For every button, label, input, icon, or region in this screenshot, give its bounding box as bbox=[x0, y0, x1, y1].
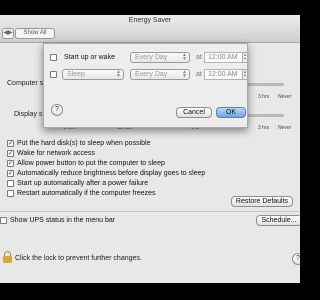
option-label: Restart automatically if the computer fr… bbox=[17, 190, 156, 197]
window-title: Energy Saver bbox=[128, 17, 172, 24]
option-show-ups[interactable]: Show UPS status in the menu bar bbox=[0, 216, 115, 225]
divider bbox=[0, 211, 300, 212]
option-power-button-sleep[interactable]: ✓ Allow power button to put the computer… bbox=[7, 159, 165, 168]
checkbox[interactable] bbox=[7, 180, 14, 187]
ups-label: Show UPS status in the menu bar bbox=[10, 217, 116, 224]
startup-label: Start up or wake bbox=[64, 54, 115, 61]
sleep-time-stepper[interactable]: ▲ ▼ bbox=[242, 69, 248, 80]
option-wake-network[interactable]: ✓ Wake for network access bbox=[7, 149, 95, 158]
checkbox[interactable]: ✓ bbox=[7, 150, 14, 157]
computer-tick-never: Never bbox=[278, 94, 292, 100]
option-label: Allow power button to put the computer t… bbox=[17, 160, 165, 167]
option-hard-disk-sleep[interactable]: ✓ Put the hard disk(s) to sleep when pos… bbox=[7, 139, 150, 148]
help-icon[interactable]: ? bbox=[51, 104, 63, 116]
energy-saver-window: Energy Saver ◀▶ Show All Computer s 3 hr… bbox=[0, 15, 300, 283]
display-sleep-label: Display s bbox=[14, 111, 43, 118]
schedule-sheet: Start up or wake Every Day ▲ ▼ at 12:00 A… bbox=[43, 43, 248, 128]
titlebar: Energy Saver ◀▶ Show All bbox=[0, 15, 300, 43]
option-startup-power-failure[interactable]: Start up automatically after a power fai… bbox=[7, 179, 148, 188]
display-tick-3hrs: 3 hrs bbox=[258, 125, 270, 131]
action-value: Sleep bbox=[67, 71, 85, 78]
at-label: at bbox=[196, 54, 202, 61]
option-label: Automatically reduce brightness before d… bbox=[17, 170, 206, 177]
computer-sleep-label: Computer s bbox=[7, 80, 44, 87]
schedule-row-startup: Start up or wake Every Day ▲ ▼ at 12:00 A… bbox=[44, 52, 249, 64]
checkbox[interactable] bbox=[7, 190, 14, 197]
startup-time-field[interactable]: 12:00 AM bbox=[204, 52, 244, 63]
check-icon: ✓ bbox=[7, 160, 14, 167]
startup-frequency-dropdown[interactable]: Every Day ▲ ▼ bbox=[130, 52, 190, 63]
frequency-value: Every Day bbox=[135, 71, 168, 78]
option-label: Wake for network access bbox=[17, 150, 95, 157]
restore-defaults-button[interactable]: Restore Defaults bbox=[231, 196, 293, 207]
option-reduce-brightness[interactable]: ✓ Automatically reduce brightness before… bbox=[7, 169, 205, 178]
chevron-updown-icon: ▲ ▼ bbox=[182, 69, 187, 79]
checkbox[interactable]: ✓ bbox=[7, 170, 14, 177]
option-label: Start up automatically after a power fai… bbox=[17, 180, 149, 187]
option-restart-freeze[interactable]: Restart automatically if the computer fr… bbox=[7, 189, 156, 198]
startup-time-stepper[interactable]: ▲ ▼ bbox=[242, 52, 248, 63]
back-forward-buttons[interactable]: ◀▶ bbox=[2, 28, 14, 39]
at-label: at bbox=[196, 71, 202, 78]
cancel-button[interactable]: Cancel bbox=[176, 107, 212, 118]
computer-tick-3hrs: 3 hrs bbox=[258, 94, 270, 100]
schedule-button[interactable]: Schedule... bbox=[256, 215, 300, 226]
checkbox[interactable] bbox=[0, 217, 7, 224]
ok-button[interactable]: OK bbox=[216, 107, 246, 118]
sleep-action-dropdown[interactable]: Sleep ▲ ▼ bbox=[62, 69, 124, 80]
sleep-frequency-dropdown[interactable]: Every Day ▲ ▼ bbox=[130, 69, 190, 80]
chevron-updown-icon: ▲ ▼ bbox=[116, 69, 121, 79]
lock-text: Click the lock to prevent further change… bbox=[15, 255, 142, 262]
check-icon: ✓ bbox=[7, 170, 14, 177]
lock-icon[interactable] bbox=[3, 251, 13, 263]
schedule-row-sleep: Sleep ▲ ▼ Every Day ▲ ▼ at 12:00 AM ▲ ▼ bbox=[44, 69, 249, 81]
sleep-time-field[interactable]: 12:00 AM bbox=[204, 69, 244, 80]
show-all-button[interactable]: Show All bbox=[15, 28, 55, 39]
checkbox[interactable]: ✓ bbox=[7, 160, 14, 167]
sleep-checkbox[interactable] bbox=[50, 71, 57, 78]
display-tick-never: Never bbox=[278, 125, 292, 131]
help-icon[interactable]: ? bbox=[292, 253, 300, 265]
chevron-updown-icon: ▲ ▼ bbox=[182, 52, 187, 62]
frequency-value: Every Day bbox=[135, 54, 168, 61]
option-label: Put the hard disk(s) to sleep when possi… bbox=[17, 140, 151, 147]
check-icon: ✓ bbox=[7, 150, 14, 157]
checkbox[interactable]: ✓ bbox=[7, 140, 14, 147]
check-icon: ✓ bbox=[7, 140, 14, 147]
startup-checkbox[interactable] bbox=[50, 54, 57, 61]
